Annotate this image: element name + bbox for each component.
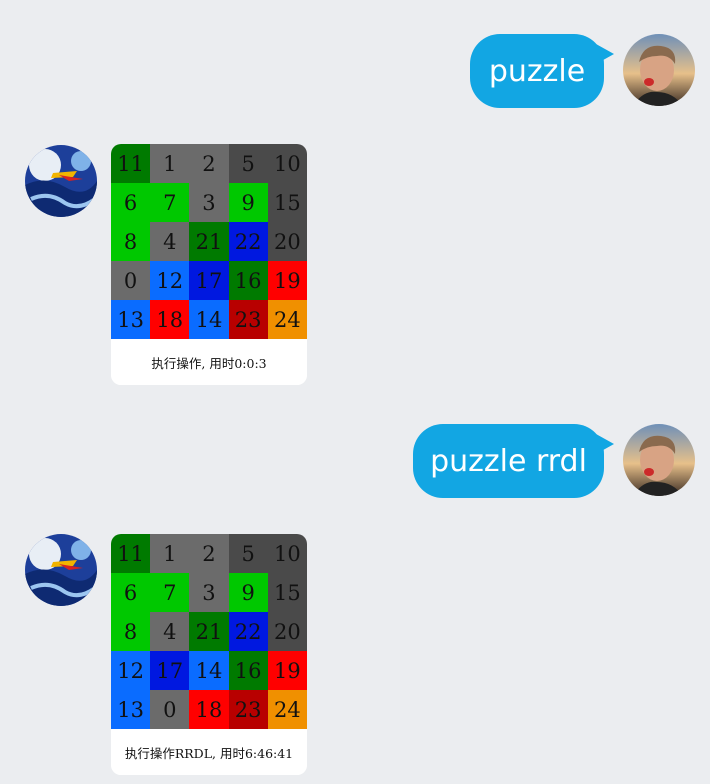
- puzzle-tile: 24: [267, 690, 307, 729]
- puzzle-tile: 22: [228, 222, 268, 261]
- puzzle-tile: 13: [111, 690, 151, 729]
- sent-message-bubble[interactable]: puzzle rrdl: [413, 424, 614, 498]
- puzzle-tile: 11: [111, 534, 151, 573]
- puzzle-grid: 11 1 2 5 10 6 7 3 9 15 8 4 21 22 20 12 17 14 16 19 13 0 18 23 24: [111, 534, 307, 729]
- puzzle-tile: 12: [111, 651, 151, 690]
- puzzle-tile: 15: [267, 573, 307, 612]
- puzzle-tile: 9: [228, 573, 268, 612]
- bot-avatar[interactable]: [25, 534, 97, 606]
- user-portrait-icon: [623, 34, 695, 106]
- puzzle-tile: 20: [267, 612, 307, 651]
- puzzle-image-message[interactable]: 11 1 2 5 10 6 7 3 9 15 8 4 21 22 20 12 17 14 16 19 13 0 18 23 24…: [111, 534, 307, 775]
- puzzle-tile: 7: [150, 573, 190, 612]
- puzzle-tile: 7: [150, 183, 190, 222]
- puzzle-tile: 18: [150, 300, 190, 339]
- puzzle-tile: 8: [111, 612, 151, 651]
- user-portrait-icon: [623, 424, 695, 496]
- puzzle-caption: 执行操作RRDL, 用时6:46:41: [111, 729, 307, 775]
- puzzle-image-message[interactable]: 11 1 2 5 10 6 7 3 9 15 8 4 21 22 20 0 12 17 16 19 13 18 14 23 24…: [111, 144, 307, 385]
- puzzle-tile: 1: [150, 144, 190, 183]
- puzzle-tile: 10: [267, 144, 307, 183]
- self-avatar[interactable]: [623, 424, 695, 496]
- puzzle-tile: 24: [267, 300, 307, 339]
- chat-thread: puzzle 11 1 2 5 10 6 7 3 9 15 8 4 21 22 …: [0, 0, 710, 784]
- puzzle-tile: 3: [189, 573, 229, 612]
- puzzle-tile: 4: [150, 222, 190, 261]
- puzzle-tile: 12: [150, 261, 190, 300]
- message-text: puzzle: [488, 53, 586, 89]
- puzzle-caption: 执行操作, 用时0:0:3: [111, 339, 307, 385]
- bot-avatar[interactable]: [25, 145, 97, 217]
- puzzle-tile: 11: [111, 144, 151, 183]
- bubble-tail: [596, 434, 614, 454]
- puzzle-tile: 6: [111, 183, 151, 222]
- puzzle-tile: 10: [267, 534, 307, 573]
- puzzle-tile: 23: [228, 690, 268, 729]
- puzzle-tile: 14: [189, 651, 229, 690]
- puzzle-tile: 0: [111, 261, 151, 300]
- sent-message-bubble[interactable]: puzzle: [470, 34, 614, 108]
- puzzle-tile: 21: [189, 612, 229, 651]
- puzzle-tile: 20: [267, 222, 307, 261]
- puzzle-tile: 23: [228, 300, 268, 339]
- puzzle-tile: 6: [111, 573, 151, 612]
- puzzle-tile: 14: [189, 300, 229, 339]
- puzzle-tile: 16: [228, 261, 268, 300]
- message-text: puzzle rrdl: [430, 443, 587, 479]
- puzzle-tile: 9: [228, 183, 268, 222]
- puzzle-tile: 2: [189, 144, 229, 183]
- puzzle-tile: 5: [228, 534, 268, 573]
- puzzle-tile: 18: [189, 690, 229, 729]
- puzzle-tile: 17: [189, 261, 229, 300]
- puzzle-tile: 8: [111, 222, 151, 261]
- puzzle-tile: 19: [267, 651, 307, 690]
- bubble-tail: [596, 44, 614, 64]
- self-avatar[interactable]: [623, 34, 695, 106]
- puzzle-tile: 2: [189, 534, 229, 573]
- abstract-painting-icon: [25, 145, 97, 217]
- abstract-painting-icon: [25, 534, 97, 606]
- puzzle-tile: 21: [189, 222, 229, 261]
- puzzle-tile: 0: [150, 690, 190, 729]
- puzzle-tile: 16: [228, 651, 268, 690]
- puzzle-tile: 22: [228, 612, 268, 651]
- puzzle-tile: 17: [150, 651, 190, 690]
- puzzle-tile: 15: [267, 183, 307, 222]
- puzzle-tile: 19: [267, 261, 307, 300]
- puzzle-tile: 4: [150, 612, 190, 651]
- puzzle-grid: 11 1 2 5 10 6 7 3 9 15 8 4 21 22 20 0 12 17 16 19 13 18 14 23 24: [111, 144, 307, 339]
- puzzle-tile: 3: [189, 183, 229, 222]
- puzzle-tile: 1: [150, 534, 190, 573]
- puzzle-tile: 5: [228, 144, 268, 183]
- puzzle-tile: 13: [111, 300, 151, 339]
